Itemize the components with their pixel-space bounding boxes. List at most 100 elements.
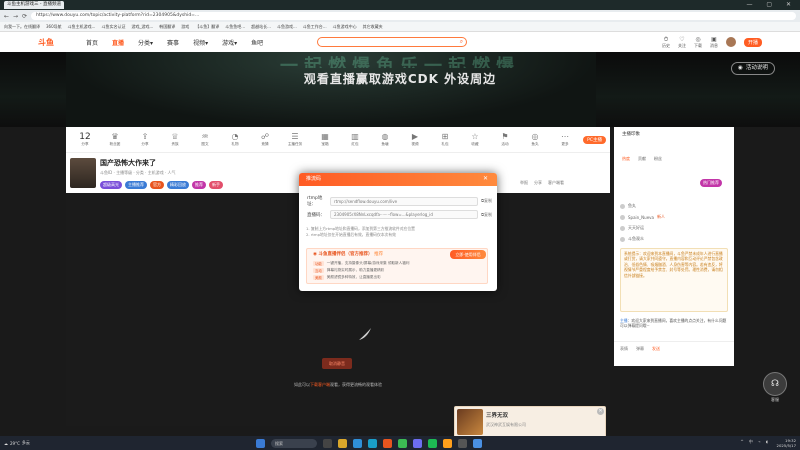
tab-contribution[interactable]: 贡献 xyxy=(636,155,648,163)
bookmark-item[interactable]: 游戏_游戏... xyxy=(131,24,153,30)
nav-events[interactable]: 赛事 xyxy=(167,38,179,47)
streamer-avatar[interactable] xyxy=(70,158,96,188)
taskview-icon[interactable] xyxy=(323,438,332,448)
danmaku-button[interactable]: 弹幕 xyxy=(636,346,644,352)
toolbar-item[interactable]: ▥ 红包 xyxy=(340,132,370,147)
nav-games[interactable]: 游戏▾ xyxy=(222,38,237,47)
back-icon[interactable]: ← xyxy=(4,13,9,20)
nav-fishbar[interactable]: 鱼吧 xyxy=(251,38,263,47)
close-icon[interactable]: ✕ xyxy=(597,408,604,415)
app-icon[interactable] xyxy=(413,438,422,448)
bookmark-item[interactable]: 斗鱼实名认证 xyxy=(101,24,125,30)
folder-icon[interactable] xyxy=(338,438,347,448)
site-search-input[interactable]: ⌕ xyxy=(317,37,468,47)
share-link[interactable]: 分享 xyxy=(534,180,542,186)
browser-icon[interactable] xyxy=(368,438,377,448)
stream-key-field[interactable]: 2304905rX8NnLxcqdfa········flow=...&play… xyxy=(330,210,479,219)
weather-widget[interactable]: ☁ 29°C 多云 xyxy=(4,440,30,446)
toolbar-item[interactable]: ♕ 贵族 xyxy=(160,132,190,147)
bookmark-item[interactable]: 斗鱼游戏... xyxy=(277,24,297,30)
start-live-button[interactable]: 开播 xyxy=(743,37,762,47)
app-icon[interactable] xyxy=(458,438,467,448)
stream-tag[interactable]: 推荐 xyxy=(192,181,206,189)
reload-icon[interactable]: ⟳ xyxy=(22,13,27,20)
toolbar-item[interactable]: ☰ 主播任务 xyxy=(280,132,310,147)
nav-video[interactable]: 视频▾ xyxy=(193,38,208,47)
toolbar-item[interactable]: ⚑ 活动 xyxy=(490,132,520,147)
download-client-link[interactable]: 下载客户端 xyxy=(310,382,330,387)
toolbar-item[interactable]: ⊞ 礼包 xyxy=(430,132,460,147)
window-controls[interactable]: — ▢ ✕ xyxy=(746,1,797,8)
wechat-icon[interactable] xyxy=(428,438,437,448)
game-thumbnail[interactable] xyxy=(457,409,483,435)
share-count[interactable]: 12 分享 xyxy=(70,132,100,147)
address-input[interactable]: https://www.douyu.com/topic/activity-pla… xyxy=(31,12,796,20)
close-icon[interactable]: ✕ xyxy=(483,175,488,182)
copy-rtmp-button[interactable]: ⧉复制 xyxy=(481,198,492,204)
bookmark-item[interactable]: 斗鱼鱼吧... xyxy=(225,24,245,30)
report-link[interactable]: 举报 xyxy=(520,180,528,186)
tab-heat[interactable]: 热度 xyxy=(620,155,632,163)
toolbar-item[interactable]: ☆ 收藏 xyxy=(460,132,490,147)
app-icon[interactable] xyxy=(473,438,482,448)
list-item[interactable]: 鱼丸 xyxy=(620,203,665,209)
site-logo[interactable]: 斗鱼 xyxy=(38,37,72,48)
forward-icon[interactable]: → xyxy=(13,13,18,20)
system-tray[interactable]: ^ 中 ⌁ ◖ xyxy=(740,439,770,445)
list-item[interactable]: 斗鱼观众 xyxy=(620,236,665,242)
clock[interactable]: 19:32 2025/5/17 xyxy=(777,438,796,448)
tab-fans[interactable]: 粉丝 xyxy=(652,155,664,163)
browser-tab[interactable]: 斗鱼主机游戏三 - 直播频道 xyxy=(4,1,64,9)
history-button[interactable]: ⏱ 历史 xyxy=(662,36,670,49)
taskbar-search-input[interactable]: 搜索 xyxy=(271,438,317,448)
customer-service-button[interactable]: ☊ xyxy=(763,372,787,396)
chrome-icon[interactable] xyxy=(398,438,407,448)
emoji-button[interactable]: 表情 xyxy=(620,346,628,352)
bookmark-item[interactable]: 【斗鱼】翻译 xyxy=(195,24,219,30)
bookmark-item[interactable]: 超越站长... xyxy=(251,24,271,30)
bookmark-item[interactable]: 360导航 xyxy=(46,24,62,30)
douyu-icon[interactable] xyxy=(383,438,392,448)
toolbar-item[interactable]: ♛ 粉丝团 xyxy=(100,132,130,147)
bookmark-item[interactable]: 游戏 xyxy=(181,24,189,30)
list-item[interactable]: 天天好运 xyxy=(620,225,665,231)
pc-streamer-button[interactable]: PC主播 xyxy=(583,135,606,144)
edge-icon[interactable] xyxy=(353,438,362,448)
toolbar-item[interactable]: ⇪ 分享 xyxy=(130,132,160,147)
use-companion-button[interactable]: 立即·使用伴侣 xyxy=(450,250,486,259)
bookmark-item[interactable]: 向我一下。在线翻译 xyxy=(4,24,40,30)
stream-tag[interactable]: 精彩回放 xyxy=(167,181,189,189)
stream-tag[interactable]: 官方 xyxy=(150,181,164,189)
hot-recommend-button[interactable]: 热门推荐 xyxy=(700,179,722,187)
activity-info-button[interactable]: ◉ 活动说明 xyxy=(731,62,775,75)
messages-button[interactable]: ▣ 消息 xyxy=(710,36,718,49)
send-button[interactable]: 发送 xyxy=(652,346,660,352)
toolbar-item[interactable]: ◔ 礼物 xyxy=(220,132,250,147)
toolbar-item[interactable]: ♒ 图文 xyxy=(190,132,220,147)
toolbar-item[interactable]: ◍ 鱼塘 xyxy=(370,132,400,147)
start-icon[interactable] xyxy=(256,438,265,448)
copy-key-button[interactable]: ⧉复制 xyxy=(481,212,492,218)
stream-tag[interactable]: 主播推荐 xyxy=(125,181,147,189)
user-avatar[interactable] xyxy=(725,37,736,47)
unmute-button[interactable]: 取消静音 xyxy=(322,358,352,369)
search-icon[interactable]: ⌕ xyxy=(460,38,463,46)
rtmp-address-field[interactable]: rtmp://sendflow.douyu.com/live xyxy=(330,196,479,206)
toolbar-item[interactable]: ⋯ 更多 xyxy=(550,132,580,147)
nav-live[interactable]: 直播 xyxy=(112,38,124,47)
toolbar-item[interactable]: ☍ 竞猜 xyxy=(250,132,280,147)
toolbar-item[interactable]: ▦ 宝箱 xyxy=(310,132,340,147)
follow-list-button[interactable]: ♡ 关注 xyxy=(678,36,686,49)
list-item[interactable]: Spain_Nueva 新人 xyxy=(620,214,665,220)
client-link[interactable]: 客户端看 xyxy=(548,180,564,186)
bookmark-item[interactable]: 斗鱼主机游戏... xyxy=(68,24,96,30)
nav-home[interactable]: 首页 xyxy=(86,38,98,47)
bookmark-item[interactable]: 斗鱼游戏中心 xyxy=(333,24,357,30)
toolbar-item[interactable]: ▶ 视频 xyxy=(400,132,430,147)
bookmark-item[interactable]: 韩国翻译 xyxy=(159,24,175,30)
toolbar-item[interactable]: ◎ 鱼丸 xyxy=(520,132,550,147)
nav-category[interactable]: 分类▾ xyxy=(138,38,153,47)
stream-tag[interactable]: 超级高光 xyxy=(100,181,122,189)
stream-tag[interactable]: 新手 xyxy=(209,181,223,189)
bookmark-item[interactable]: 其它收藏夹 xyxy=(363,24,383,30)
